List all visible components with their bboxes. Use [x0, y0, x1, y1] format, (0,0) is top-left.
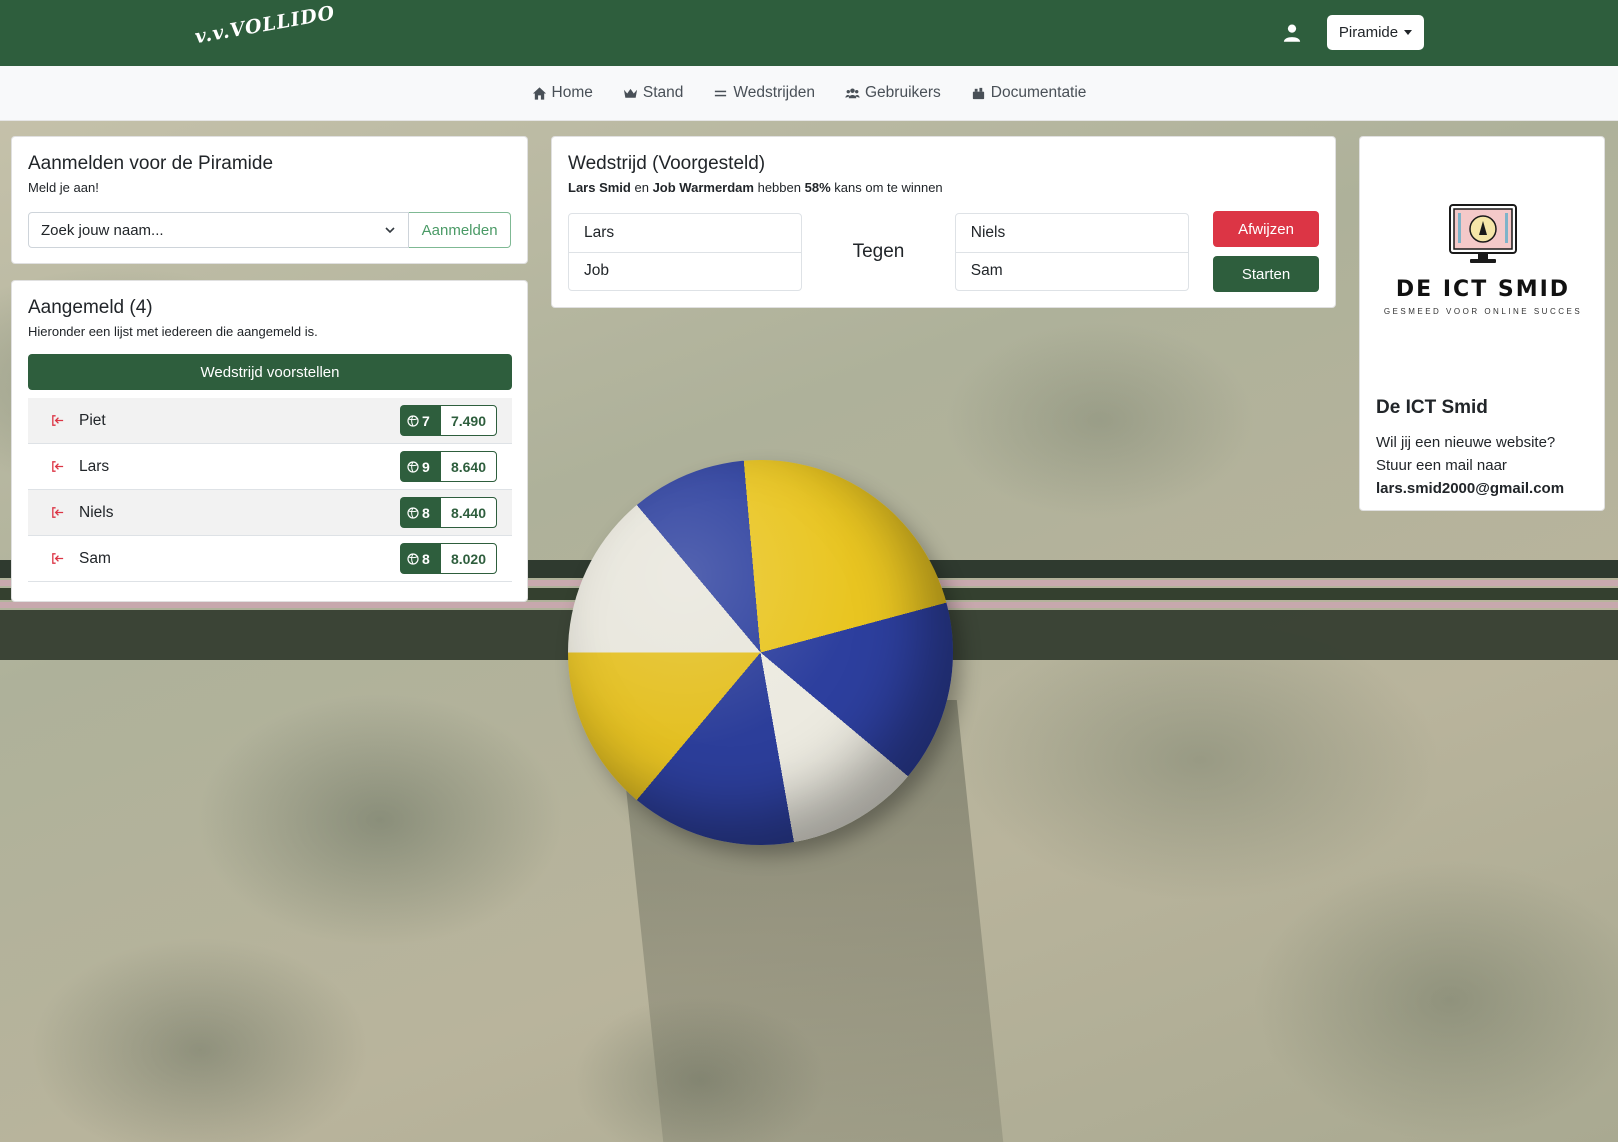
- nav-stand-label: Stand: [642, 84, 684, 101]
- team-one-player: Job: [569, 251, 802, 290]
- player-rank: 8: [422, 550, 430, 567]
- player-score: 9 8.640: [400, 451, 497, 482]
- sign-out-icon[interactable]: [50, 551, 65, 566]
- volleyball-icon: [407, 506, 419, 519]
- registered-subtitle: Hieronder een lijst met iedereen die aan…: [28, 324, 318, 339]
- top-bar: v.v.VOLLIDO Piramide: [0, 0, 1618, 66]
- piramide-dropdown-label: Piramide: [1338, 24, 1399, 41]
- nav-stand[interactable]: Stand: [623, 84, 684, 102]
- match-suffix: kans om te winnen: [834, 180, 943, 195]
- sign-out-icon[interactable]: [50, 505, 65, 520]
- team-two-player: Niels: [970, 223, 1006, 241]
- volleyball-icon: [407, 460, 419, 473]
- registered-card: Aangemeld (4) Hieronder een lijst met ie…: [11, 280, 528, 602]
- sponsor-brand: DE ICT SMID: [1395, 277, 1571, 302]
- player-rank: 9: [422, 458, 430, 475]
- team-two-list: Niels Sam: [954, 212, 1189, 291]
- player-rank-badge: 9: [400, 451, 440, 482]
- player-score: 8 8.440: [400, 497, 497, 528]
- sign-out-icon[interactable]: [50, 459, 65, 474]
- monitor-icon: [1449, 204, 1517, 263]
- signup-title: Aanmelden voor de Piramide: [28, 153, 274, 174]
- player-name: Piet: [79, 411, 106, 429]
- signup-button[interactable]: Aanmelden: [409, 212, 511, 248]
- player-row: Lars 9 8.640: [28, 444, 512, 490]
- match-body: Lars Job Tegen Niels Sam Afwijzen Starte…: [568, 211, 1319, 292]
- match-title: Wedstrijd (Voorgesteld): [568, 153, 766, 174]
- name-select[interactable]: Zoek jouw naam...: [28, 212, 410, 248]
- match-player-a: Lars Smid: [568, 180, 631, 195]
- player-score-value: 8.020: [440, 543, 497, 574]
- player-rank-badge: 7: [400, 405, 440, 436]
- piramide-dropdown[interactable]: Piramide: [1327, 15, 1424, 50]
- signup-form: Zoek jouw naam... Aanmelden: [28, 212, 511, 248]
- signup-subtitle: Meld je aan!: [28, 180, 99, 195]
- nav-wedstrijden[interactable]: Wedstrijden: [713, 84, 815, 102]
- site-logo[interactable]: v.v.VOLLIDO: [193, 2, 337, 48]
- match-conj: en: [634, 180, 649, 195]
- chevron-down-icon: [385, 227, 395, 234]
- reject-button[interactable]: Afwijzen: [1213, 211, 1319, 247]
- users-icon: [845, 87, 860, 98]
- home-icon: [532, 86, 546, 100]
- player-row: Sam 8 8.020: [28, 536, 512, 582]
- player-rank: 7: [422, 412, 430, 429]
- nav-gebruikers-label: Gebruikers: [864, 84, 941, 101]
- player-list: Piet 7 7.490 Lars 9 8.640 Niels 8 8.440 …: [28, 398, 512, 582]
- match-actions: Afwijzen Starten: [1213, 211, 1319, 292]
- match-middle: hebben: [757, 180, 801, 195]
- sign-out-icon[interactable]: [50, 413, 65, 428]
- volleyball-icon: [407, 552, 419, 565]
- team-one-list: Lars Job: [568, 212, 803, 291]
- start-button[interactable]: Starten: [1213, 256, 1319, 292]
- versus-label: Tegen: [852, 240, 905, 262]
- team-one-player: Lars: [584, 223, 615, 241]
- sponsor-title: De ICT Smid: [1376, 397, 1488, 418]
- player-name: Lars: [79, 457, 110, 475]
- user-icon[interactable]: [1282, 23, 1302, 43]
- sponsor-line-1: Wil jij een nieuwe website?: [1376, 434, 1556, 451]
- name-select-placeholder: Zoek jouw naam...: [41, 221, 164, 239]
- sponsor-email[interactable]: lars.smid2000@gmail.com: [1376, 477, 1596, 500]
- caret-down-icon: [1404, 30, 1413, 35]
- sponsor-body: De ICT Smid Wil jij een nieuwe website? …: [1376, 397, 1596, 500]
- nav-documentatie-label: Documentatie: [990, 84, 1087, 101]
- player-score-value: 8.640: [440, 451, 497, 482]
- player-rank: 8: [422, 504, 430, 521]
- volleyball-icon: [407, 414, 419, 427]
- team-two-player: Sam: [955, 251, 1188, 290]
- registered-title: Aangemeld (4): [28, 297, 153, 318]
- player-rank-badge: 8: [400, 543, 440, 574]
- equals-icon: [715, 90, 727, 96]
- match-card: Wedstrijd (Voorgesteld) Lars Smid en Job…: [551, 136, 1336, 308]
- player-row: Piet 7 7.490: [28, 398, 512, 444]
- nav-home-label: Home: [551, 84, 593, 101]
- propose-match-button[interactable]: Wedstrijd voorstellen: [28, 354, 512, 390]
- nav-home[interactable]: Home: [532, 84, 593, 102]
- player-rank-badge: 8: [400, 497, 440, 528]
- player-score-value: 8.440: [440, 497, 497, 528]
- match-description: Lars Smid en Job Warmerdam hebben 58% ka…: [568, 180, 1319, 195]
- player-name: Sam: [79, 549, 111, 567]
- background-volleyball: [568, 460, 953, 845]
- player-row: Niels 8 8.440: [28, 490, 512, 536]
- docs-icon: [972, 87, 984, 99]
- nav-documentatie[interactable]: Documentatie: [971, 84, 1087, 102]
- main-nav: Home Stand Wedstrijden Gebruikers Docume…: [0, 66, 1618, 121]
- signup-card: Aanmelden voor de Piramide Meld je aan! …: [11, 136, 528, 264]
- nav-wedstrijden-label: Wedstrijden: [733, 84, 815, 101]
- player-score-value: 7.490: [440, 405, 497, 436]
- sponsor-card: DE ICT SMID GESMEED VOOR ONLINE SUCCES D…: [1359, 136, 1605, 511]
- match-percent: 58%: [804, 180, 831, 195]
- sponsor-text: Wil jij een nieuwe website? Stuur een ma…: [1376, 431, 1596, 500]
- sponsor-tagline: GESMEED VOOR ONLINE SUCCES: [1383, 307, 1583, 316]
- sponsor-line-2: Stuur een mail naar: [1376, 457, 1507, 474]
- crown-icon: [623, 88, 637, 98]
- player-score: 7 7.490: [400, 405, 497, 436]
- nav-gebruikers[interactable]: Gebruikers: [845, 84, 941, 102]
- match-player-b: Job Warmerdam: [652, 180, 754, 195]
- player-name: Niels: [79, 503, 114, 521]
- player-score: 8 8.020: [400, 543, 497, 574]
